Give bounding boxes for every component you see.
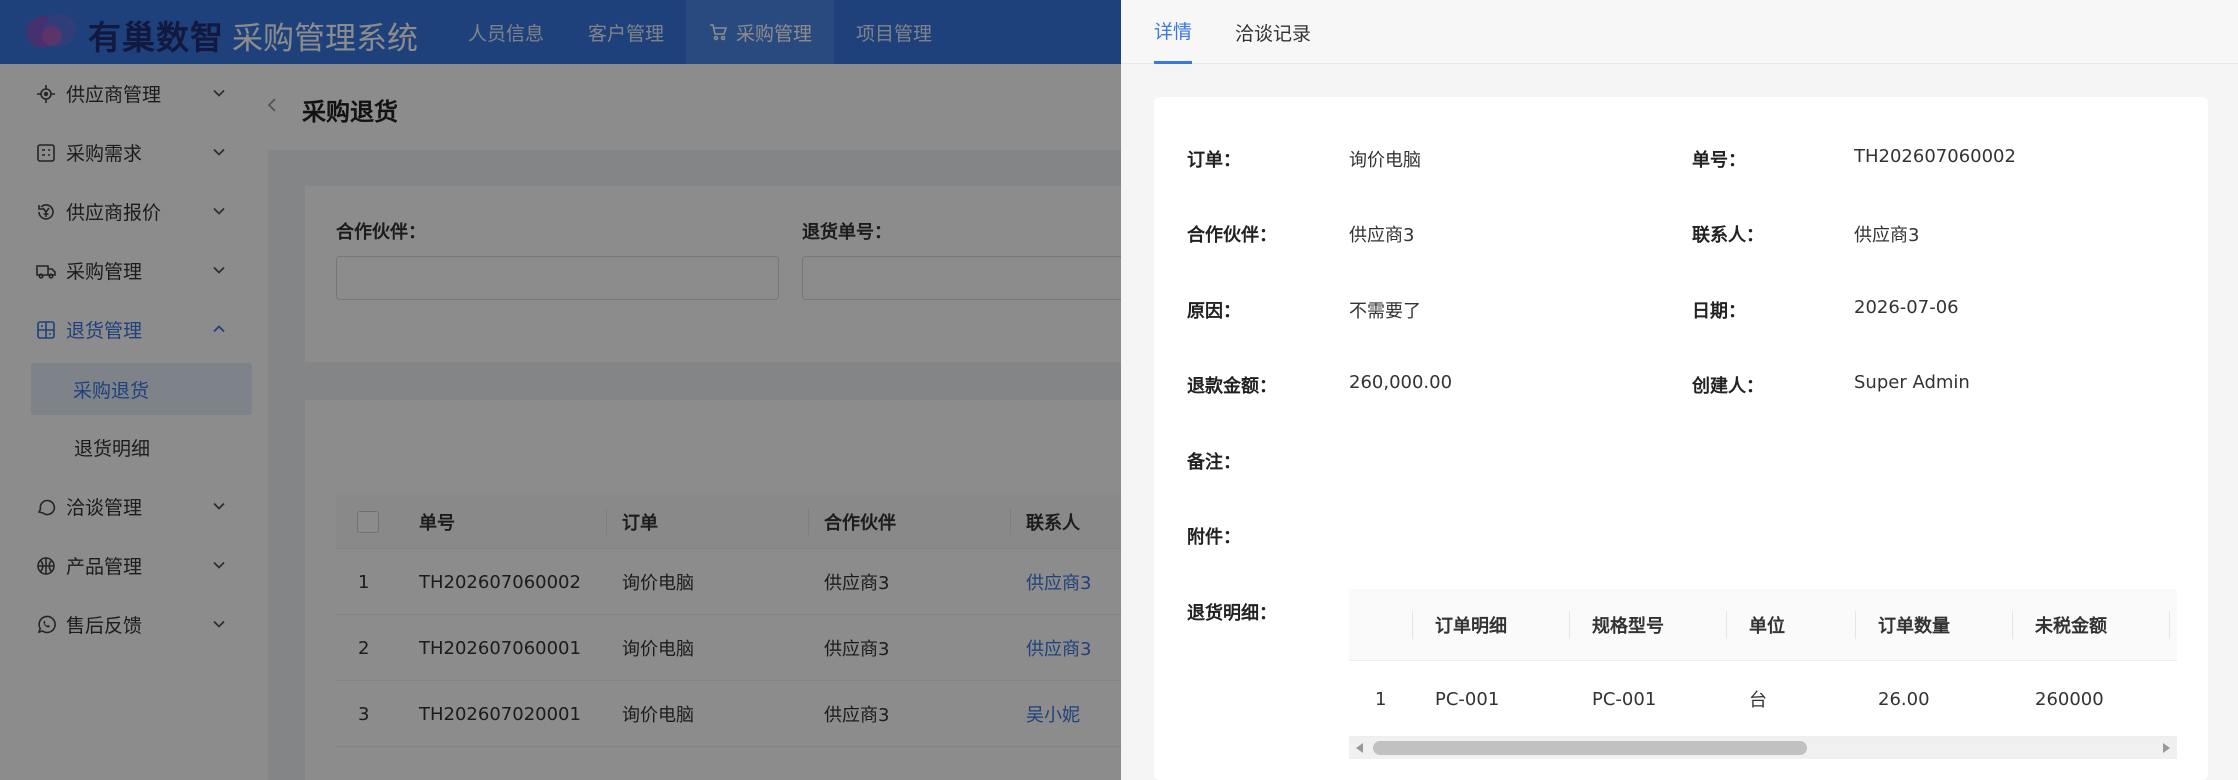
scroll-right-icon[interactable] [2159, 741, 2173, 755]
reason-label: 原因： [1187, 301, 1241, 322]
contact-label: 联系人： [1692, 225, 1764, 246]
date-label: 日期： [1692, 301, 1746, 322]
order-value: 询价电脑 [1349, 150, 1421, 171]
contact-value: 供应商3 [1854, 225, 1920, 246]
detail-drawer: 详情 洽谈记录 订单： 询价电脑 单号： TH202607060002 合作伙伴… [1121, 0, 2238, 780]
return-details-label: 退货明细： [1187, 603, 1277, 624]
partner-value: 供应商3 [1349, 225, 1415, 246]
detail-table-header: 订单明细 规格型号 单位 订单数量 未税金额 [1349, 589, 2177, 661]
order-label: 订单： [1187, 150, 1241, 171]
creator-value: Super Admin [1854, 372, 1970, 393]
detail-card: 订单： 询价电脑 单号： TH202607060002 合作伙伴： 供应商3 联… [1154, 97, 2208, 780]
col-spec[interactable]: 规格型号 [1592, 589, 1664, 661]
partner-label: 合作伙伴： [1187, 225, 1277, 246]
reason-value: 不需要了 [1349, 301, 1421, 322]
horizontal-scrollbar[interactable] [1349, 737, 2177, 759]
return-detail-table: 订单明细 规格型号 单位 订单数量 未税金额 1 PC-001 PC-001 台… [1349, 589, 2177, 780]
refund-value: 260,000.00 [1349, 372, 1453, 393]
col-pretax-amount[interactable]: 未税金额 [2035, 589, 2107, 661]
refund-label: 退款金额： [1187, 376, 1277, 397]
number-value: TH202607060002 [1854, 146, 2016, 167]
col-order-item[interactable]: 订单明细 [1435, 589, 1507, 661]
col-unit[interactable]: 单位 [1749, 589, 1785, 661]
attachment-label: 附件： [1187, 527, 1241, 548]
col-order-qty[interactable]: 订单数量 [1878, 589, 1950, 661]
table-row[interactable]: 1 PC-001 PC-001 台 26.00 260000 [1349, 661, 2177, 737]
drawer-tabs: 详情 洽谈记录 [1121, 0, 2238, 64]
date-value: 2026-07-06 [1854, 297, 1959, 318]
number-label: 单号： [1692, 150, 1746, 171]
scroll-left-icon[interactable] [1353, 741, 1367, 755]
tab-details[interactable]: 详情 [1154, 0, 1193, 64]
remark-label: 备注： [1187, 452, 1241, 473]
creator-label: 创建人： [1692, 376, 1764, 397]
tab-negotiation-records[interactable]: 洽谈记录 [1235, 0, 1311, 64]
scrollbar-thumb[interactable] [1373, 741, 1807, 755]
